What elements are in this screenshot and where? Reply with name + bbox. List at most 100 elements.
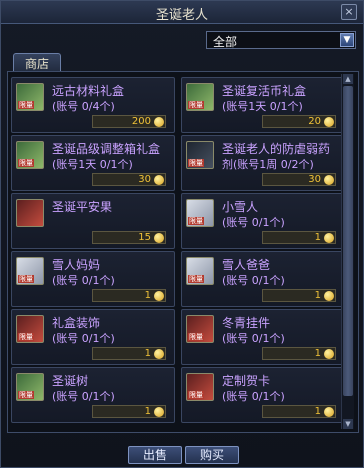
snowman-icon[interactable]: 限量 [186, 257, 214, 285]
item-price: 1 [314, 348, 321, 359]
item-name: 圣诞平安果 [52, 200, 113, 214]
price-box: 200 [92, 115, 166, 128]
shop-item[interactable]: 限量 小雪人 (账号 0/1个) 1 [181, 193, 345, 249]
holly-icon[interactable]: 限量 [186, 315, 214, 343]
item-name: 远古材料礼盒 [52, 84, 125, 98]
item-name: 雪人爸爸 [222, 258, 271, 272]
scrollbar[interactable]: ▲ ▼ [341, 74, 354, 429]
item-name: 雪人妈妈 [52, 258, 101, 272]
limited-badge: 限量 [18, 333, 34, 341]
tree-icon[interactable]: 限量 [16, 373, 44, 401]
limited-badge: 限量 [18, 101, 34, 109]
item-limit: (账号 0/1个) [222, 216, 285, 229]
shop-item[interactable]: 圣诞平安果 15 [11, 193, 175, 249]
shop-window: 圣诞老人 × 全部 ▼ 商店 限量 远古材料礼盒 (账号 0/4个) 200 限量 圣诞复… [0, 0, 364, 468]
title-bar[interactable]: 圣诞老人 × [1, 1, 363, 24]
limited-badge: 限量 [188, 217, 204, 225]
coin-icon [154, 175, 164, 185]
item-name: 圣诞老人的防虐弱药 [222, 142, 331, 156]
item-name: 礼盒装饰 [52, 316, 101, 330]
card-icon[interactable]: 限量 [186, 373, 214, 401]
price-box: 1 [262, 405, 336, 418]
price-box: 30 [92, 173, 166, 186]
price-box: 15 [92, 231, 166, 244]
item-limit: (账号 0/1个) [52, 332, 115, 345]
limited-badge: 限量 [188, 333, 204, 341]
item-limit: (账号 0/4个) [52, 100, 115, 113]
sell-button[interactable]: 出售 [128, 446, 182, 464]
item-price: 1 [314, 232, 321, 243]
item-limit: (账号 0/1个) [222, 274, 285, 287]
scroll-down-icon[interactable]: ▼ [343, 419, 353, 429]
limited-badge: 限量 [188, 159, 204, 167]
item-price: 1 [144, 406, 151, 417]
window-title: 圣诞老人 [155, 8, 208, 23]
limited-badge: 限量 [188, 101, 204, 109]
coin-icon [154, 291, 164, 301]
limited-badge: 限量 [18, 275, 34, 283]
shop-item[interactable]: 限量 远古材料礼盒 (账号 0/4个) 200 [11, 77, 175, 133]
coin-icon [324, 291, 334, 301]
gift-box-icon[interactable]: 限量 [186, 83, 214, 111]
coin-icon [324, 349, 334, 359]
buy-button[interactable]: 购买 [185, 446, 239, 464]
potion-icon[interactable]: 限量 [186, 141, 214, 169]
item-name: 小雪人 [222, 200, 259, 214]
scroll-thumb[interactable] [343, 86, 353, 396]
shop-item[interactable]: 限量 冬青挂件 (账号 0/1个) 1 [181, 309, 345, 365]
apple-icon[interactable] [16, 199, 44, 227]
gift-decor-icon[interactable]: 限量 [16, 315, 44, 343]
category-dropdown[interactable]: 全部 ▼ [206, 31, 356, 49]
shop-item[interactable]: 限量 礼盒装饰 (账号 0/1个) 1 [11, 309, 175, 365]
shop-item[interactable]: 限量 圣诞老人的防虐弱药 剂(账号1周 0/2个) 30 [181, 135, 345, 191]
snowman-icon[interactable]: 限量 [186, 199, 214, 227]
item-price: 1 [314, 406, 321, 417]
snowman-icon[interactable]: 限量 [16, 257, 44, 285]
shop-item[interactable]: 限量 雪人爸爸 (账号 0/1个) 1 [181, 251, 345, 307]
coin-icon [324, 407, 334, 417]
item-limit: (账号 0/1个) [52, 390, 115, 403]
shop-item[interactable]: 限量 定制贺卡 (账号 0/1个) 1 [181, 367, 345, 423]
gift-box-icon[interactable]: 限量 [16, 83, 44, 111]
price-box: 1 [92, 405, 166, 418]
shop-item[interactable]: 限量 雪人妈妈 (账号 0/1个) 1 [11, 251, 175, 307]
item-price: 1 [144, 348, 151, 359]
tab-shop-label: 商店 [24, 57, 49, 71]
shop-item[interactable]: 限量 圣诞复活币礼盒 (账号1天 0/1个) 20 [181, 77, 345, 133]
item-limit: (账号1天 0/1个) [222, 100, 303, 113]
item-name: 冬青挂件 [222, 316, 271, 330]
item-name: 圣诞品级调整箱礼盒 [52, 142, 161, 156]
item-limit: (账号1天 0/1个) [52, 158, 133, 171]
item-limit: (账号 0/1个) [222, 332, 285, 345]
price-box: 20 [262, 115, 336, 128]
limited-badge: 限量 [18, 159, 34, 167]
chevron-down-icon[interactable]: ▼ [340, 33, 354, 47]
item-price: 30 [308, 174, 321, 185]
price-box: 1 [92, 289, 166, 302]
gift-box-icon[interactable]: 限量 [16, 141, 44, 169]
category-selected: 全部 [213, 35, 238, 49]
item-limit: 剂(账号1周 0/2个) [222, 158, 314, 171]
coin-icon [154, 233, 164, 243]
item-name: 定制贺卡 [222, 374, 271, 388]
item-name: 圣诞复活币礼盒 [222, 84, 307, 98]
price-box: 30 [262, 173, 336, 186]
limited-badge: 限量 [18, 391, 34, 399]
price-box: 1 [262, 231, 336, 244]
tab-shop[interactable]: 商店 [13, 53, 61, 71]
scroll-up-icon[interactable]: ▲ [343, 74, 353, 84]
coin-icon [324, 117, 334, 127]
limited-badge: 限量 [188, 275, 204, 283]
item-price: 1 [314, 290, 321, 301]
shop-item[interactable]: 限量 圣诞树 (账号 0/1个) 1 [11, 367, 175, 423]
coin-icon [324, 175, 334, 185]
shop-item[interactable]: 限量 圣诞品级调整箱礼盒 (账号1天 0/1个) 30 [11, 135, 175, 191]
item-limit: (账号 0/1个) [52, 274, 115, 287]
item-price: 1 [144, 290, 151, 301]
coin-icon [324, 233, 334, 243]
close-button[interactable]: × [341, 4, 357, 20]
limited-badge: 限量 [188, 391, 204, 399]
price-box: 1 [262, 289, 336, 302]
item-price: 20 [308, 116, 321, 127]
price-box: 1 [262, 347, 336, 360]
